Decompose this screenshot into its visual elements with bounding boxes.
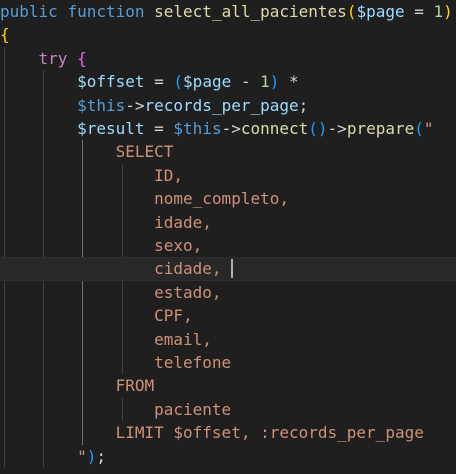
code-token: *	[279, 72, 299, 92]
code-token: idade,	[154, 212, 212, 232]
code-token: $this	[173, 119, 222, 138]
code-line[interactable]: nome_completo,	[0, 187, 456, 210]
code-line[interactable]: SELECT	[0, 140, 456, 163]
code-token: sexo,	[154, 236, 203, 255]
code-line[interactable]: FROM	[0, 374, 456, 397]
code-line[interactable]: paciente	[0, 398, 456, 421]
code-token: FROM	[115, 376, 155, 396]
code-token: function	[67, 2, 145, 21]
code-token: )	[86, 446, 97, 466]
code-token: select_all_pacientes	[154, 2, 347, 21]
code-token: "	[77, 446, 87, 466]
code-token: ID,	[154, 165, 184, 185]
code-token: ;	[298, 95, 309, 115]
code-token: try	[38, 48, 68, 68]
code-token: ;	[96, 446, 106, 466]
code-line[interactable]: idade,	[0, 211, 456, 234]
code-token: (	[414, 119, 424, 138]
code-editor[interactable]: public function select_all_pacientes($pa…	[0, 0, 456, 474]
code-token: "	[423, 119, 434, 138]
code-line[interactable]: cidade,	[0, 257, 456, 281]
text-cursor	[231, 259, 233, 279]
code-token: ()	[308, 119, 328, 138]
code-token: {	[77, 48, 87, 68]
code-token: CPF,	[154, 306, 193, 326]
code-token: ->	[221, 119, 241, 138]
code-token: SELECT	[115, 142, 174, 162]
code-token: nome_completo,	[154, 189, 289, 209]
code-line[interactable]: try {	[0, 47, 456, 70]
code-line[interactable]: $result = $this->connect()->prepare("	[0, 117, 456, 140]
code-line[interactable]: estado,	[0, 281, 456, 304]
code-token: $page	[356, 2, 405, 21]
code-line[interactable]: ");	[0, 445, 456, 468]
code-token: )	[443, 2, 453, 21]
code-line[interactable]: $this->records_per_page;	[0, 94, 456, 117]
code-token: paciente	[154, 399, 232, 419]
code-token: (	[173, 72, 184, 92]
code-token: $result	[77, 119, 145, 138]
code-token: =	[144, 72, 174, 92]
code-line[interactable]: email,	[0, 328, 456, 351]
code-token: (	[346, 2, 357, 21]
code-token: 1	[433, 2, 444, 21]
code-token: email,	[154, 329, 212, 349]
code-line[interactable]: telefone	[0, 351, 456, 374]
code-token: $offset	[77, 72, 145, 92]
code-line[interactable]: public function select_all_pacientes($pa…	[0, 0, 456, 23]
code-token: )	[269, 72, 280, 92]
code-token: ->	[125, 95, 145, 115]
code-token: ->	[327, 119, 347, 138]
code-line[interactable]: ID,	[0, 164, 456, 187]
code-token: $page	[183, 72, 232, 92]
code-line[interactable]: $offset = ($page - 1) *	[0, 70, 456, 93]
code-token: prepare	[346, 119, 415, 138]
code-token: estado,	[154, 282, 222, 302]
code-line[interactable]: LIMIT $offset, :records_per_page	[0, 421, 456, 444]
code-token: records_per_page	[144, 95, 299, 115]
code-token: 1	[260, 72, 270, 92]
code-token: $this	[77, 95, 126, 115]
code-token: telefone	[154, 353, 232, 372]
code-token: public	[0, 2, 58, 21]
code-token: LIMIT $offset, :records_per_page	[115, 423, 424, 443]
code-token: -	[231, 72, 261, 92]
code-token: cidade,	[154, 259, 222, 279]
code-line[interactable]: {	[0, 23, 456, 46]
code-line[interactable]: CPF,	[0, 304, 456, 327]
code-token: {	[0, 25, 10, 45]
code-token: =	[144, 119, 174, 138]
code-token: =	[404, 2, 434, 21]
code-line[interactable]: sexo,	[0, 234, 456, 257]
code-token: connect	[240, 119, 309, 138]
